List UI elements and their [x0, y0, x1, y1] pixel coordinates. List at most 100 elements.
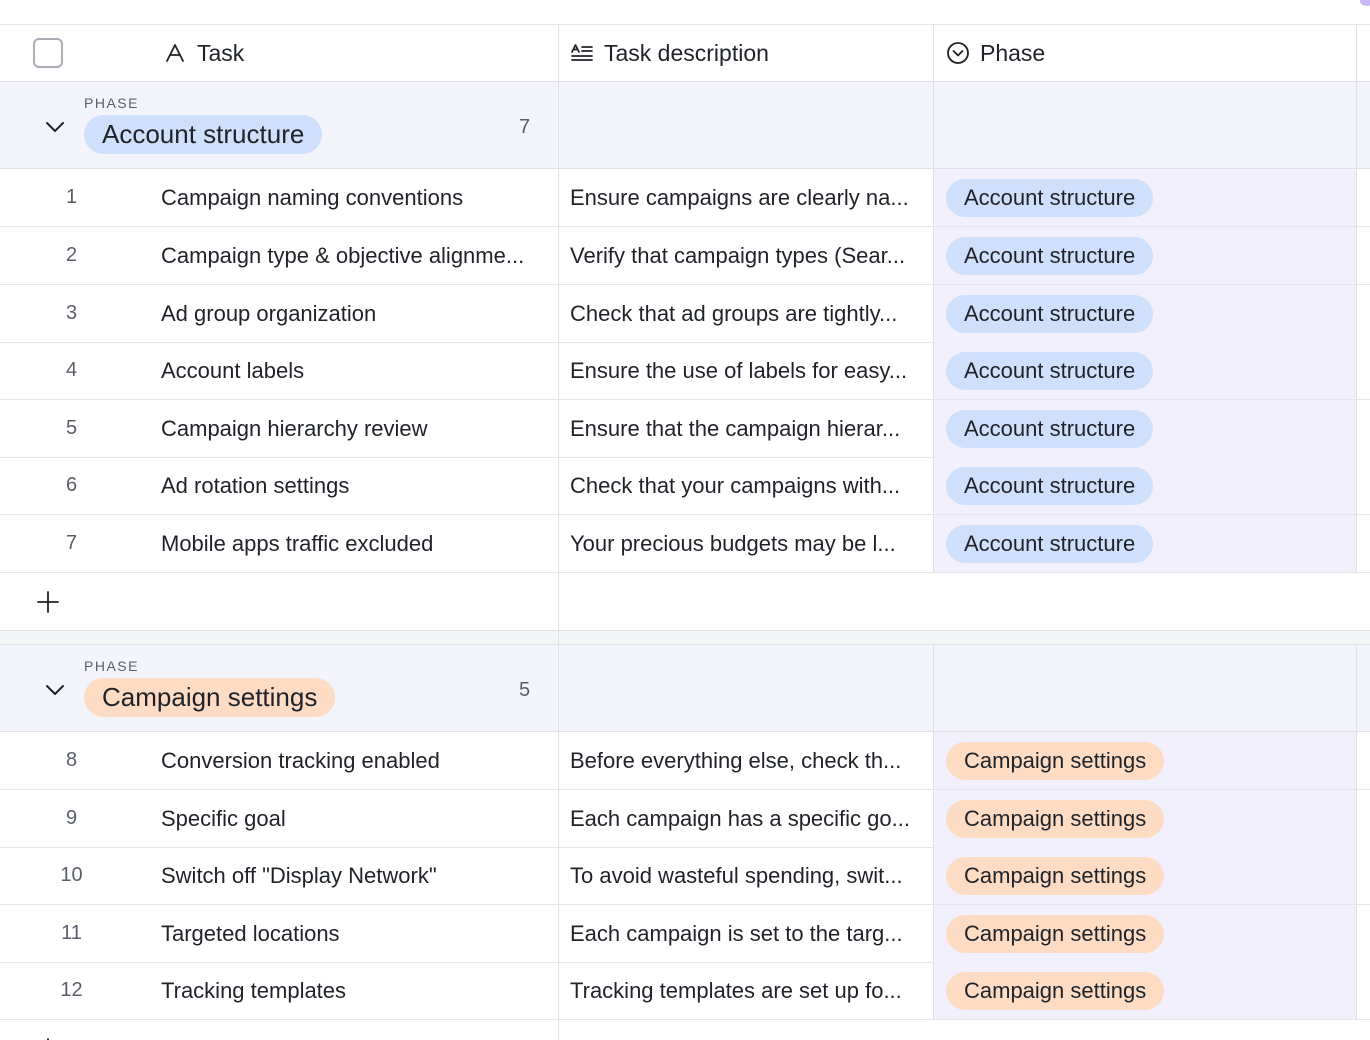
- phase-pill: Campaign settings: [946, 741, 1165, 780]
- group-header-left: PHASE Account structure 7: [0, 82, 559, 169]
- task-cell[interactable]: Campaign hierarchy review: [143, 400, 559, 457]
- group-separator: [0, 631, 1370, 645]
- column-header-phase[interactable]: Phase: [934, 25, 1357, 81]
- table-row[interactable]: 3 Ad group organization Check that ad gr…: [0, 285, 1370, 343]
- row-number: 4: [65, 359, 78, 381]
- group-header-left: PHASE Campaign settings 5: [0, 645, 559, 732]
- table-row[interactable]: 9 Specific goal Each campaign has a spec…: [0, 790, 1370, 848]
- phase-pill: Campaign settings: [946, 799, 1165, 838]
- phase-pill: Account structure: [946, 409, 1154, 448]
- group-phase-pill: Account structure: [84, 115, 323, 154]
- table-row[interactable]: 5 Campaign hierarchy review Ensure that …: [0, 400, 1370, 458]
- task-cell[interactable]: Tracking templates: [143, 962, 559, 1019]
- description-cell[interactable]: Ensure that the campaign hierar...: [559, 400, 934, 457]
- phase-cell[interactable]: Account structure: [934, 227, 1357, 284]
- group-phase-pill: Campaign settings: [84, 678, 336, 717]
- select-all-checkbox[interactable]: [33, 38, 63, 68]
- task-cell[interactable]: Ad group organization: [143, 285, 559, 342]
- task-cell[interactable]: Mobile apps traffic excluded: [143, 515, 559, 572]
- group-count: 5: [519, 679, 531, 701]
- table-row[interactable]: 10 Switch off "Display Network" To avoid…: [0, 847, 1370, 905]
- description-cell[interactable]: Check that your campaigns with...: [559, 457, 934, 514]
- row-number: 7: [65, 532, 78, 554]
- long-text-icon: [570, 41, 594, 65]
- phase-cell[interactable]: Campaign settings: [934, 847, 1357, 904]
- phase-cell[interactable]: Account structure: [934, 515, 1357, 572]
- phase-pill: Account structure: [946, 294, 1154, 333]
- phase-pill: Campaign settings: [946, 914, 1165, 953]
- description-cell[interactable]: To avoid wasteful spending, swit...: [559, 847, 934, 904]
- description-cell[interactable]: Verify that campaign types (Sear...: [559, 227, 934, 284]
- group-field-label: PHASE: [84, 658, 139, 674]
- phase-pill: Account structure: [946, 466, 1154, 505]
- column-header-description-label: Task description: [604, 39, 769, 66]
- phase-cell[interactable]: Campaign settings: [934, 905, 1357, 962]
- phase-cell[interactable]: Account structure: [934, 457, 1357, 514]
- phase-cell[interactable]: Campaign settings: [934, 962, 1357, 1019]
- group-header-campaign-settings: PHASE Campaign settings 5: [0, 645, 1370, 732]
- corner-indicator: [1360, 0, 1370, 6]
- phase-pill: Campaign settings: [946, 856, 1165, 895]
- row-number: 6: [65, 474, 78, 496]
- phase-cell[interactable]: Account structure: [934, 285, 1357, 342]
- description-cell[interactable]: Each campaign is set to the targ...: [559, 905, 934, 962]
- table-row[interactable]: 2 Campaign type & objective alignme... V…: [0, 227, 1370, 285]
- table-row[interactable]: 12 Tracking templates Tracking templates…: [0, 962, 1370, 1020]
- phase-pill: Account structure: [946, 178, 1154, 217]
- table-grid: Task Task description Phase PHASE Accoun…: [0, 0, 1370, 1040]
- row-number: 12: [60, 979, 83, 1001]
- column-header-phase-label: Phase: [980, 39, 1046, 66]
- row-number: 10: [60, 864, 83, 886]
- chevron-down-icon[interactable]: [44, 116, 66, 138]
- row-number: 8: [65, 749, 78, 771]
- task-cell[interactable]: Targeted locations: [143, 905, 559, 962]
- row-number: 11: [61, 922, 82, 944]
- phase-cell[interactable]: Account structure: [934, 169, 1357, 226]
- group-header-account-structure: PHASE Account structure 7: [0, 82, 1370, 169]
- description-cell[interactable]: Ensure campaigns are clearly na...: [559, 169, 934, 226]
- description-cell[interactable]: Your precious budgets may be l...: [559, 515, 934, 572]
- task-cell[interactable]: Specific goal: [143, 790, 559, 847]
- description-cell[interactable]: Before everything else, check th...: [559, 732, 934, 789]
- plus-icon[interactable]: [36, 590, 60, 614]
- phase-cell[interactable]: Campaign settings: [934, 790, 1357, 847]
- task-cell[interactable]: Ad rotation settings: [143, 457, 559, 514]
- column-header-task-label: Task: [197, 39, 245, 66]
- phase-pill: Account structure: [946, 351, 1154, 390]
- description-cell[interactable]: Tracking templates are set up fo...: [559, 962, 934, 1019]
- table-row[interactable]: 1 Campaign naming conventions Ensure cam…: [0, 169, 1370, 227]
- table-row[interactable]: 11 Targeted locations Each campaign is s…: [0, 905, 1370, 963]
- phase-pill: Account structure: [946, 524, 1154, 563]
- task-cell[interactable]: Campaign type & objective alignme...: [143, 227, 559, 284]
- add-row-campaign-settings: [0, 1020, 1370, 1040]
- phase-cell[interactable]: Account structure: [934, 342, 1357, 399]
- task-cell[interactable]: Account labels: [143, 342, 559, 399]
- phase-pill: Campaign settings: [946, 971, 1165, 1010]
- table-row[interactable]: 7 Mobile apps traffic excluded Your prec…: [0, 515, 1370, 573]
- description-cell[interactable]: Each campaign has a specific go...: [559, 790, 934, 847]
- chevron-down-icon[interactable]: [44, 679, 66, 701]
- row-number: 2: [65, 244, 78, 266]
- table-row[interactable]: 8 Conversion tracking enabled Before eve…: [0, 732, 1370, 790]
- table-row[interactable]: 6 Ad rotation settings Check that your c…: [0, 457, 1370, 515]
- text-type-icon: [163, 41, 187, 65]
- column-header-task[interactable]: Task: [143, 25, 559, 81]
- single-select-icon: [946, 41, 970, 65]
- phase-pill: Account structure: [946, 236, 1154, 275]
- description-cell[interactable]: Ensure the use of labels for easy...: [559, 342, 934, 399]
- task-cell[interactable]: Switch off "Display Network": [143, 847, 559, 904]
- column-header-description[interactable]: Task description: [559, 25, 934, 81]
- group-count: 7: [519, 116, 531, 138]
- add-row-account-structure: [0, 573, 1370, 631]
- task-cell[interactable]: Campaign naming conventions: [143, 169, 559, 226]
- description-cell[interactable]: Check that ad groups are tightly...: [559, 285, 934, 342]
- phase-cell[interactable]: Account structure: [934, 400, 1357, 457]
- row-number: 5: [65, 417, 78, 439]
- table-row[interactable]: 4 Account labels Ensure the use of label…: [0, 342, 1370, 400]
- group-field-label: PHASE: [84, 95, 139, 111]
- row-number: 1: [65, 186, 78, 208]
- task-cell[interactable]: Conversion tracking enabled: [143, 732, 559, 789]
- phase-cell[interactable]: Campaign settings: [934, 732, 1357, 789]
- row-number: 9: [65, 807, 78, 829]
- table-header: Task Task description Phase: [0, 24, 1370, 82]
